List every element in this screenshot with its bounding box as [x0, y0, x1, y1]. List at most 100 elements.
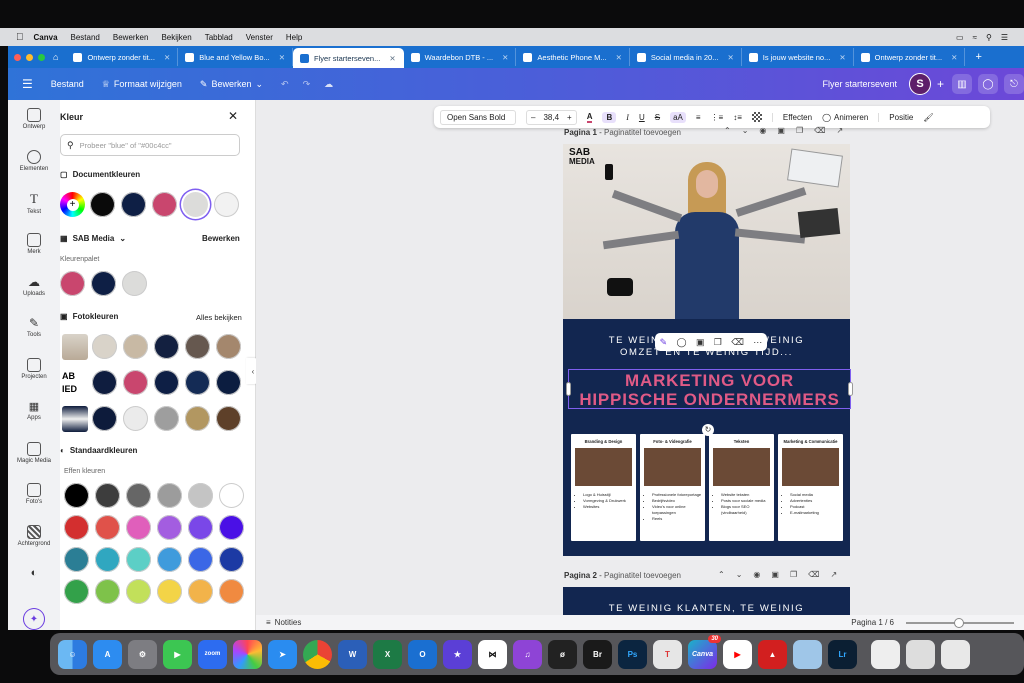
menu-item-tabblad[interactable]: Tabblad: [205, 33, 233, 42]
flyer-page-1[interactable]: SAB MEDIA ✎ ◯ ▣ ❐ ⌫ ⋯ TE WEINIG KLANTEN,…: [563, 144, 853, 556]
photo-thumb[interactable]: AB IED: [62, 370, 88, 396]
photo-color-swatch[interactable]: [123, 334, 148, 359]
close-tab-icon[interactable]: ✕: [839, 53, 845, 62]
underline-button[interactable]: U: [639, 113, 645, 122]
color-search-field[interactable]: ⚲ Probeer "blue" of "#00c4cc": [60, 134, 240, 156]
document-color-swatch[interactable]: [214, 192, 239, 217]
solid-color-swatch[interactable]: [126, 547, 151, 572]
photo-color-swatch[interactable]: [185, 406, 210, 431]
menu-item-bekijken[interactable]: Bekijken: [161, 33, 191, 42]
minimize-window-icon[interactable]: [26, 53, 33, 61]
solid-color-swatch[interactable]: [188, 547, 213, 572]
safari-icon[interactable]: ➤: [268, 639, 297, 669]
solid-color-swatch[interactable]: [219, 547, 244, 572]
solid-color-swatch[interactable]: [95, 579, 120, 604]
transparency-icon[interactable]: [751, 112, 762, 122]
app-store-icon[interactable]: A: [93, 639, 122, 669]
palette-color-swatch[interactable]: [91, 271, 116, 296]
facetime-icon[interactable]: ▶: [163, 639, 192, 669]
wifi-icon[interactable]: ≈: [973, 33, 977, 42]
browser-tab[interactable]: Ontwerp zonder tit... ✕: [854, 48, 966, 66]
file-menu-button[interactable]: Bestand: [51, 79, 84, 89]
close-window-icon[interactable]: [14, 53, 21, 61]
acrobat-icon[interactable]: ▲: [758, 639, 787, 669]
align-center-icon[interactable]: ≡: [696, 113, 701, 122]
page2-title-input[interactable]: Paginatitel toevoegen: [604, 571, 681, 580]
rail-item-more[interactable]: ◐: [31, 567, 38, 601]
system-settings-icon[interactable]: ⚙: [128, 639, 157, 669]
finder-icon[interactable]: ☺: [58, 639, 87, 669]
solid-color-swatch[interactable]: [95, 547, 120, 572]
document-color-swatch[interactable]: [121, 192, 146, 217]
solid-color-swatch[interactable]: [219, 579, 244, 604]
rail-item-fotos[interactable]: Foto's: [26, 483, 42, 517]
photo-thumb[interactable]: [62, 406, 88, 432]
bridge-icon[interactable]: Br: [583, 639, 612, 669]
resize-button[interactable]: ♕ Formaat wijzigen: [102, 79, 182, 90]
move-down-icon[interactable]: ⌄: [742, 126, 749, 135]
rail-item-achtergrond[interactable]: Achtergrond: [18, 524, 50, 559]
maximize-window-icon[interactable]: [38, 53, 45, 61]
lock-page-icon[interactable]: ▣: [771, 570, 779, 579]
browser-tab[interactable]: Waardebon DTB - ... ✕: [404, 48, 517, 66]
zoom-slider[interactable]: [906, 617, 1014, 628]
browser-tab[interactable]: Ontwerp zonder tit... ✕: [66, 48, 179, 66]
strikethrough-button[interactable]: S: [655, 113, 660, 122]
document-color-swatch[interactable]: [90, 192, 115, 217]
service-card[interactable]: Foto- & Videografie Professionele fotorep…: [640, 434, 705, 541]
document-thumbnail-icon[interactable]: [871, 639, 900, 669]
spacing-icon[interactable]: ↕≡: [733, 113, 742, 122]
lock-page-icon[interactable]: ▣: [777, 126, 785, 135]
print-delivery-icon[interactable]: ⎋: [1004, 74, 1024, 94]
new-tab-icon[interactable]: +: [975, 51, 981, 63]
apple-icon[interactable]: : [16, 32, 24, 43]
photo-color-swatch[interactable]: [185, 334, 210, 359]
browser-tab[interactable]: Is jouw website no... ✕: [742, 48, 854, 66]
photo-color-swatch[interactable]: [154, 406, 179, 431]
solid-color-swatch[interactable]: [64, 515, 89, 540]
zoom-slider-thumb[interactable]: [954, 617, 964, 628]
close-tab-icon[interactable]: ✕: [727, 53, 733, 62]
brand-kit-heading[interactable]: ▦ SAB Media ⌄: [60, 234, 126, 243]
solid-color-swatch[interactable]: [157, 483, 182, 508]
more-options-icon[interactable]: ⋯: [753, 337, 762, 348]
menu-app-name[interactable]: Canva: [34, 33, 58, 42]
solid-color-swatch[interactable]: [219, 483, 244, 508]
move-down-icon[interactable]: ⌄: [736, 570, 743, 579]
page-indicator[interactable]: Pagina 1 / 6: [851, 618, 894, 627]
rail-item-tekst[interactable]: T Tekst: [27, 191, 41, 225]
hero-photo[interactable]: SAB MEDIA: [563, 144, 850, 319]
browser-tab[interactable]: Aesthetic Phone M... ✕: [516, 48, 630, 66]
solid-color-swatch[interactable]: [219, 515, 244, 540]
page1-title-input[interactable]: Paginatitel toevoegen: [604, 128, 681, 137]
photo-color-swatch[interactable]: [123, 370, 148, 395]
menu-item-help[interactable]: Help: [286, 33, 302, 42]
solid-color-swatch[interactable]: [64, 547, 89, 572]
list-icon[interactable]: ⋮≡: [711, 113, 724, 122]
service-card[interactable]: Branding & Design Logo & HuisstijlVormgev…: [571, 434, 636, 541]
magic-write-icon[interactable]: ✎: [660, 337, 668, 348]
excel-icon[interactable]: X: [373, 639, 402, 669]
home-icon[interactable]: ⌂: [53, 52, 58, 62]
document-color-swatch[interactable]: [183, 192, 208, 217]
close-tab-icon[interactable]: ✕: [164, 53, 170, 62]
zoom-icon[interactable]: zoom: [198, 639, 227, 669]
close-tab-icon[interactable]: ✕: [502, 53, 508, 62]
redo-icon[interactable]: ↷: [303, 79, 311, 90]
comment-icon[interactable]: ◯: [677, 337, 687, 348]
effects-button[interactable]: Effecten: [771, 112, 812, 122]
capcut-icon[interactable]: ⋈: [478, 639, 507, 669]
palette-color-swatch[interactable]: [60, 271, 85, 296]
add-color-button[interactable]: +: [60, 192, 85, 217]
palette-color-swatch[interactable]: [122, 271, 147, 296]
solid-color-swatch[interactable]: [188, 483, 213, 508]
position-button[interactable]: Positie: [878, 112, 913, 122]
edit-mode-button[interactable]: ✎ Bewerken ⌄: [200, 79, 263, 90]
cloud-save-icon[interactable]: ☁: [324, 79, 333, 90]
menu-item-bestand[interactable]: Bestand: [71, 33, 100, 42]
duplicate-page-icon[interactable]: ❐: [790, 570, 797, 579]
design-title[interactable]: Flyer startersevent: [822, 79, 897, 89]
service-card[interactable]: Marketing & Communicatie Social mediaAdve…: [778, 434, 843, 541]
hide-page-icon[interactable]: ◉: [753, 570, 760, 579]
font-size-value[interactable]: 38,4: [543, 113, 559, 122]
